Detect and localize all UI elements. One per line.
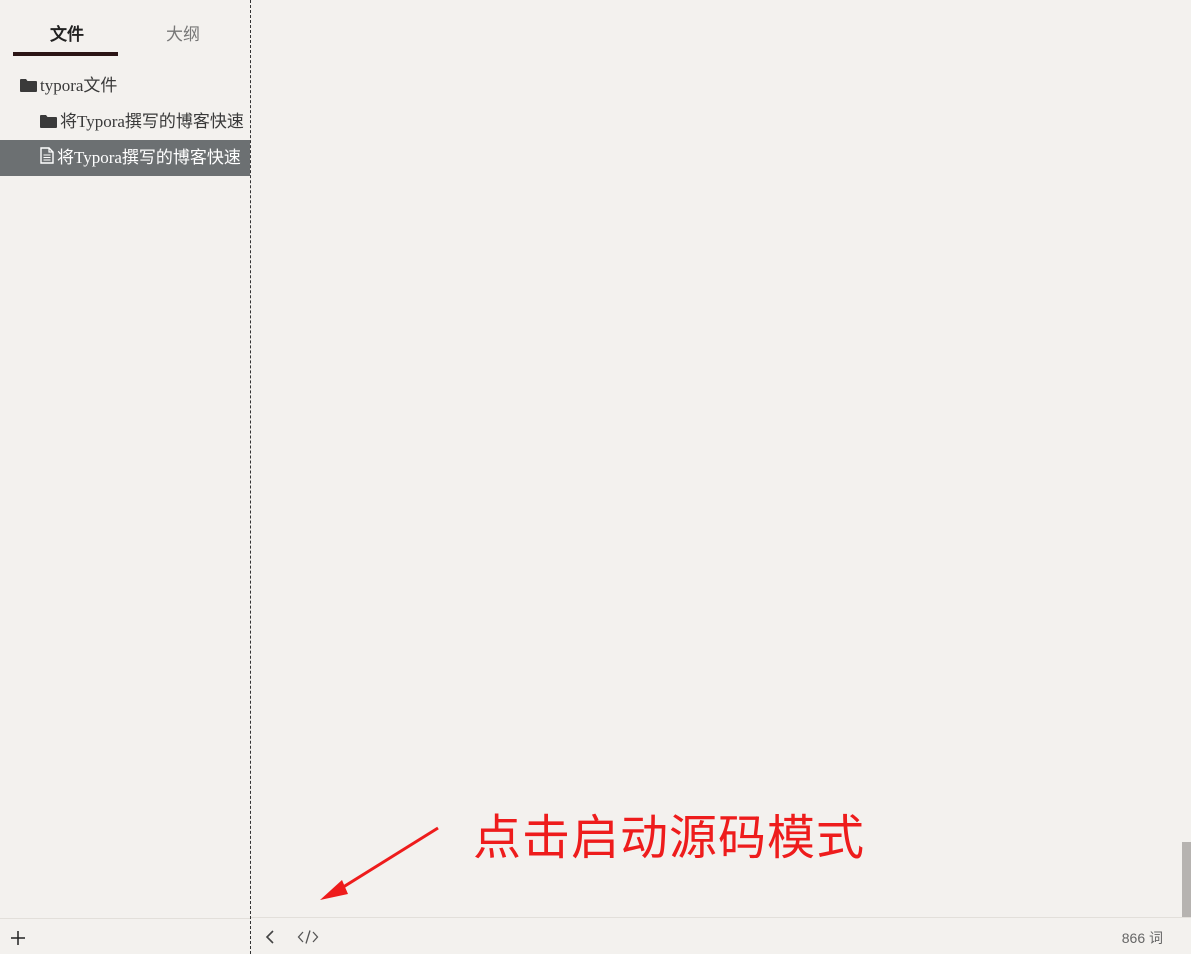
status-bar: 866 词 bbox=[251, 917, 1191, 954]
scrollbar[interactable] bbox=[1182, 842, 1191, 918]
folder-icon bbox=[20, 69, 37, 105]
tab-files[interactable]: 文件 bbox=[50, 20, 84, 45]
active-tab-indicator bbox=[13, 52, 118, 56]
sidebar-tabs: 文件 大纲 bbox=[0, 0, 250, 58]
sidebar-footer bbox=[0, 918, 250, 954]
file-icon bbox=[40, 141, 54, 177]
word-count[interactable]: 866 词 bbox=[1122, 928, 1163, 948]
tree-item-file-blog[interactable]: 将Typora撰写的博客快速 bbox=[0, 140, 250, 176]
folder-icon bbox=[40, 105, 57, 141]
code-icon[interactable] bbox=[297, 928, 319, 946]
annotation-text: 点击启动源码模式 bbox=[473, 810, 866, 866]
chevron-left-icon[interactable] bbox=[263, 928, 279, 946]
tree-item-label: 将Typora撰写的博客快速 bbox=[60, 112, 244, 131]
sidebar: 文件 大纲 typora文件 将Typora撰写的博客快速 将Typora撰写的… bbox=[0, 0, 250, 954]
tree-item-folder-typora[interactable]: typora文件 bbox=[0, 68, 250, 104]
tree-item-label: typora文件 bbox=[40, 76, 118, 95]
tree-item-folder-blog[interactable]: 将Typora撰写的博客快速 bbox=[0, 104, 250, 140]
tree-item-label: 将Typora撰写的博客快速 bbox=[57, 148, 241, 167]
tab-outline[interactable]: 大纲 bbox=[166, 20, 200, 45]
typora-window: 文件 大纲 typora文件 将Typora撰写的博客快速 将Typora撰写的… bbox=[0, 0, 1191, 954]
file-tree: typora文件 将Typora撰写的博客快速 将Typora撰写的博客快速 bbox=[0, 68, 250, 176]
annotation-arrow-icon bbox=[320, 826, 439, 900]
plus-icon[interactable] bbox=[9, 929, 27, 947]
